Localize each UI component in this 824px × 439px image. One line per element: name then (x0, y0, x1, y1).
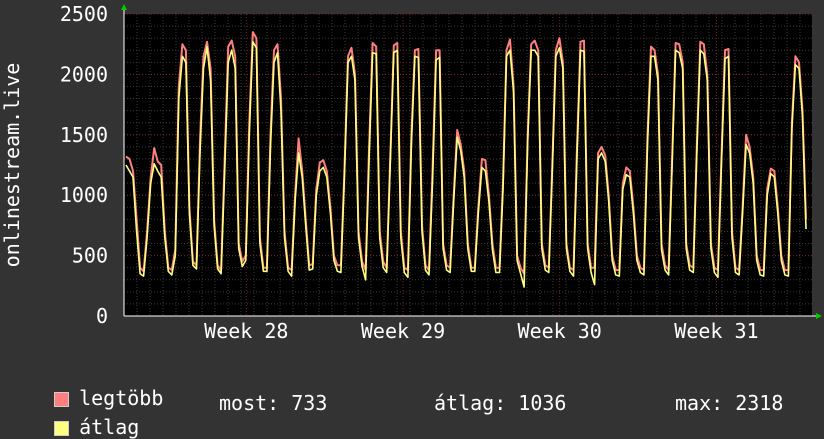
legend-swatch-avg (54, 421, 70, 436)
x-tick-label: Week 28 (204, 319, 288, 343)
x-axis-arrow-icon (816, 313, 822, 319)
x-tick-label: Week 29 (361, 319, 445, 343)
y-axis-label: onlinestream.live (0, 63, 24, 268)
y-tick-label: 2000 (60, 62, 108, 86)
x-tick-label: Week 31 (674, 319, 758, 343)
y-tick-label: 2500 (60, 2, 108, 26)
legend-item-avg: átlag (30, 391, 139, 439)
y-axis-arrow-icon (121, 4, 127, 10)
stat-average: átlag: 1036 (434, 391, 567, 415)
y-tick-label: 500 (72, 244, 108, 268)
stat-max: max: 2318 (675, 391, 784, 415)
y-tick-label: 1000 (60, 183, 108, 207)
y-tick-label: 1500 (60, 123, 108, 147)
y-tick-label: 0 (96, 304, 108, 328)
stat-current: most: 733 (219, 391, 328, 415)
legend-label-avg: átlag (79, 415, 140, 439)
x-tick-label: Week 30 (518, 319, 602, 343)
